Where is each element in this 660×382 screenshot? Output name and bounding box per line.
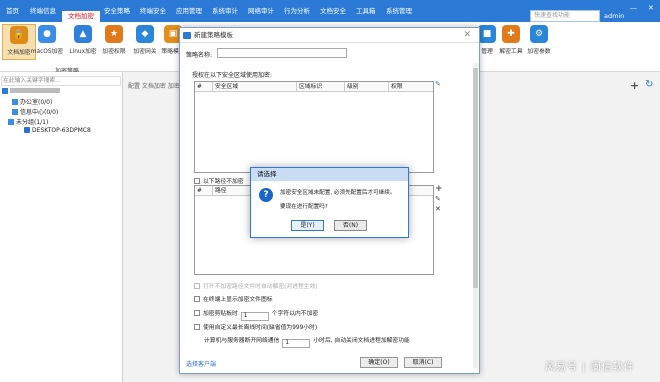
yes-button[interactable]: 是(Y) [291,220,324,231]
question-icon: ? [259,188,273,202]
no-button[interactable]: 否(N) [334,220,367,231]
menu-system-audit[interactable]: 系统审计 [206,0,244,22]
confirm-dialog: 请选择 ? 加密安全区域未配置, 必须先配置后才可继续。 要现在进行配置吗? 是… [250,167,409,238]
dialog-close-icon[interactable]: ✕ [463,28,471,43]
menu-app-management[interactable]: 应用管理 [170,0,208,22]
params-icon: ⚙ [530,25,548,43]
scrollbar-thumb[interactable] [473,68,478,288]
doc-encrypt-icon: 🔒 [10,26,28,44]
policy-name-input[interactable] [217,48,347,58]
function-search-input[interactable]: 快速查找功能 [530,10,600,22]
minimize-icon[interactable]: — [630,4,637,12]
menu-behavior-analysis[interactable]: 行为分析 [278,0,316,22]
tree-item-computer[interactable]: DESKTOP-63DPMC8 [24,127,91,134]
tree-root[interactable] [2,88,60,95]
add-path-icon[interactable]: + [435,184,443,194]
gateway-icon: ◆ [136,25,154,43]
decrypt-tool-icon: ✚ [502,25,520,43]
clipboard-chars-input[interactable]: 1 [240,312,269,321]
main-tabs[interactable]: 配置 文档加密 加密 [128,81,180,90]
tree-root-label-redacted [10,88,60,93]
menu-security-policy[interactable]: 安全策略 [98,0,136,22]
menu-endpoint-security[interactable]: 终端安全 [134,0,172,22]
tree-item-office[interactable]: 办公室(0/0) [12,97,52,106]
menu-endpoint-info[interactable]: 终端信息 [24,0,62,22]
top-menu-bar: 首页 终端信息 文档加密 安全策略 终端安全 应用管理 系统审计 网络审计 行为… [0,0,660,22]
cancel-button[interactable]: 取消(C) [404,357,442,368]
menu-doc-encryption[interactable]: 文档加密 [62,11,100,22]
confirm-title: 请选择 [251,168,408,181]
policy-name-label: 策略名称: [186,52,213,59]
group-icon [12,99,18,105]
ribbon-encryption-permission-button[interactable]: ★ 加密权限 [97,24,131,60]
menu-home[interactable]: 首页 [0,0,25,22]
dialog-icon [183,32,191,39]
group-icon [12,109,18,115]
offline-hours-input[interactable]: 1 [282,339,311,348]
refresh-icon[interactable]: ↻ [645,79,653,90]
ribbon-linux-encryption-button[interactable]: ▲ Linux加密 [66,24,100,60]
edit-pencil-icon[interactable]: ✎ [435,80,441,88]
watermark: 风易号 | 固信软件 [545,362,635,373]
computer-icon [24,127,30,133]
col-level: 级别 [345,82,389,92]
group-tree-panel: 在此输入关键字搜索... 办公室(0/0) 信息中心(0/0) 未分组(1/1)… [0,72,123,382]
menu-doc-security[interactable]: 文档安全 [314,0,352,22]
security-area-table-header: # 安全区域 区域标识 级别 权限 [195,82,433,92]
add-icon[interactable]: + [630,79,639,92]
ribbon-macos-encryption-button[interactable]: ● macOS加密 [30,24,64,60]
dialog-scrollbar[interactable] [473,63,478,368]
delete-path-icon[interactable]: ✕ [435,205,441,213]
ribbon-encryption-params-button[interactable]: ⚙ 加密参数 [522,24,556,60]
tree-search-input[interactable]: 在此输入关键字搜索... [1,76,121,86]
dialog-title: 新建策略模板 [194,31,233,39]
confirm-message-line2: 要现在进行配置吗? [280,204,328,210]
show-encrypt-icon-checkbox[interactable]: 在终端上显示加密文件图标 [194,294,273,303]
no-encrypt-paths-checkbox[interactable]: 以下路径不加密 [194,176,244,185]
col-permission: 权限 [391,84,403,90]
group-icon [8,119,14,125]
security-area-table: # 安全区域 区域标识 级别 权限 [194,81,434,173]
network-icon [2,88,8,94]
col-index: # [195,82,213,92]
dialog-titlebar: 新建策略模板 ✕ [180,28,479,43]
apple-icon: ● [38,25,56,43]
auth-area-label: 授权在以下安全区域使用加密: [192,72,273,79]
tree-item-ungrouped[interactable]: 未分组(1/1) [8,117,48,126]
close-window-icon[interactable]: ✕ [648,4,654,12]
auto-decrypt-checkbox[interactable]: 打开不加密路径文件时自动解密(对进程生效) [194,281,318,290]
permission-icon: ★ [105,25,123,43]
linux-icon: ▲ [74,25,92,43]
ok-button[interactable]: 确定(O) [360,357,398,368]
edit-path-icon[interactable]: ✎ [435,195,441,203]
clipboard-encrypt-checkbox[interactable]: 加密剪贴板时 1 个字符以内不加密 [194,308,318,321]
custom-offline-time-checkbox[interactable]: 使用自定义最长离线时间(缺省值为999小时) [194,322,317,331]
col-path-index: # [195,186,213,196]
tree-item-info-center[interactable]: 信息中心(0/0) [12,107,58,116]
menu-toolbox[interactable]: 工具箱 [350,0,382,22]
menu-network-audit[interactable]: 网络审计 [242,0,280,22]
confirm-message-line1: 加密安全区域未配置, 必须先配置后才可继续。 [280,190,396,196]
menu-system-management[interactable]: 系统管理 [380,0,418,22]
col-area-id: 区域标识 [297,82,345,92]
offline-hours-row: 计算机与服务器断开网络通信 1 小时后, 自动关闭文档进程加解密功能 [204,338,410,348]
select-client-link[interactable]: 选择客户端 [186,359,216,368]
col-security-area: 安全区域 [213,82,297,92]
